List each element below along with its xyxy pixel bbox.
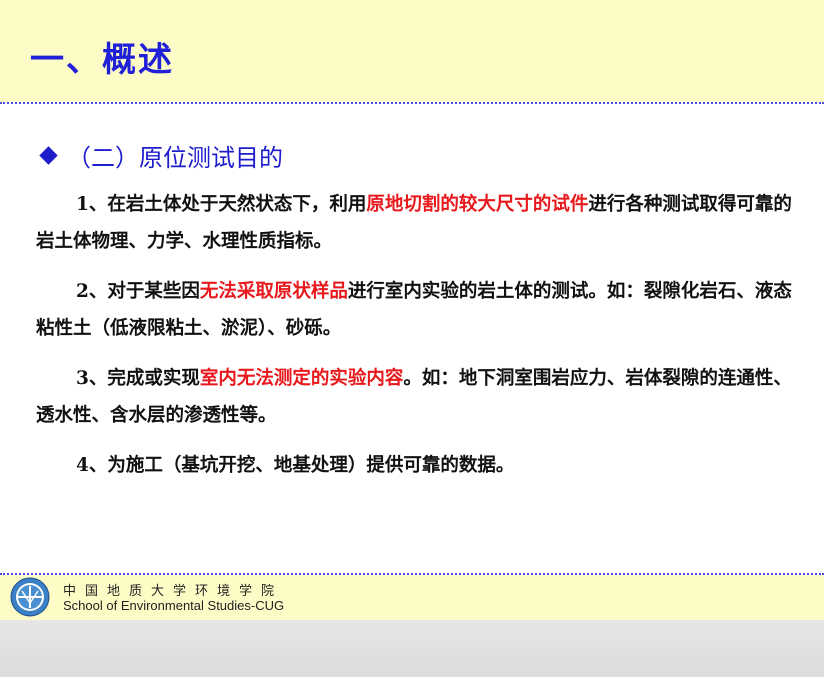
- paragraph-text: 3、完成或实现: [76, 368, 200, 389]
- highlighted-text: 无法采取原状样品: [199, 281, 348, 302]
- paragraph-text: 4、为施工（基坑开挖、地基处理）提供可靠的数据。: [76, 455, 515, 476]
- footer-school-cn: 中国地质大学环境学院: [63, 584, 284, 599]
- diamond-bullet-icon: [39, 146, 58, 165]
- footer-school-en: School of Environmental Studies-CUG: [63, 598, 285, 613]
- body-text: 1、在岩土体处于天然状态下，利用原地切割的较大尺寸的试件进行各种测试取得可靠的岩…: [36, 186, 796, 497]
- paragraph-4: 4、为施工（基坑开挖、地基处理）提供可靠的数据。: [36, 447, 796, 484]
- header-band: 一、概述: [0, 0, 824, 102]
- section-heading: （二）原位测试目的: [38, 138, 283, 173]
- highlighted-text: 室内无法测定的实验内容: [199, 368, 404, 389]
- viewer-background: [0, 620, 824, 677]
- paragraph-3: 3、完成或实现室内无法测定的实验内容。如：地下洞室围岩应力、岩体裂隙的连通性、透…: [36, 360, 796, 434]
- paragraph-text: 2、对于某些因: [76, 281, 200, 302]
- paragraph-2: 2、对于某些因无法采取原状样品进行室内实验的岩土体的测试。如：裂隙化岩石、液态粘…: [36, 273, 796, 347]
- header-divider: [0, 102, 824, 104]
- slide: 一、概述 （二）原位测试目的 1、在岩土体处于天然状态下，利用原地切割的较大尺寸…: [0, 0, 824, 620]
- paragraph-1: 1、在岩土体处于天然状态下，利用原地切割的较大尺寸的试件进行各种测试取得可靠的岩…: [36, 186, 796, 260]
- paragraph-text: 1、在岩土体处于天然状态下，利用: [76, 194, 367, 215]
- section-heading-text: （二）原位测试目的: [67, 144, 283, 172]
- university-emblem-icon: [10, 577, 50, 617]
- highlighted-text: 原地切割的较大尺寸的试件: [366, 194, 589, 215]
- slide-title: 一、概述: [30, 40, 174, 80]
